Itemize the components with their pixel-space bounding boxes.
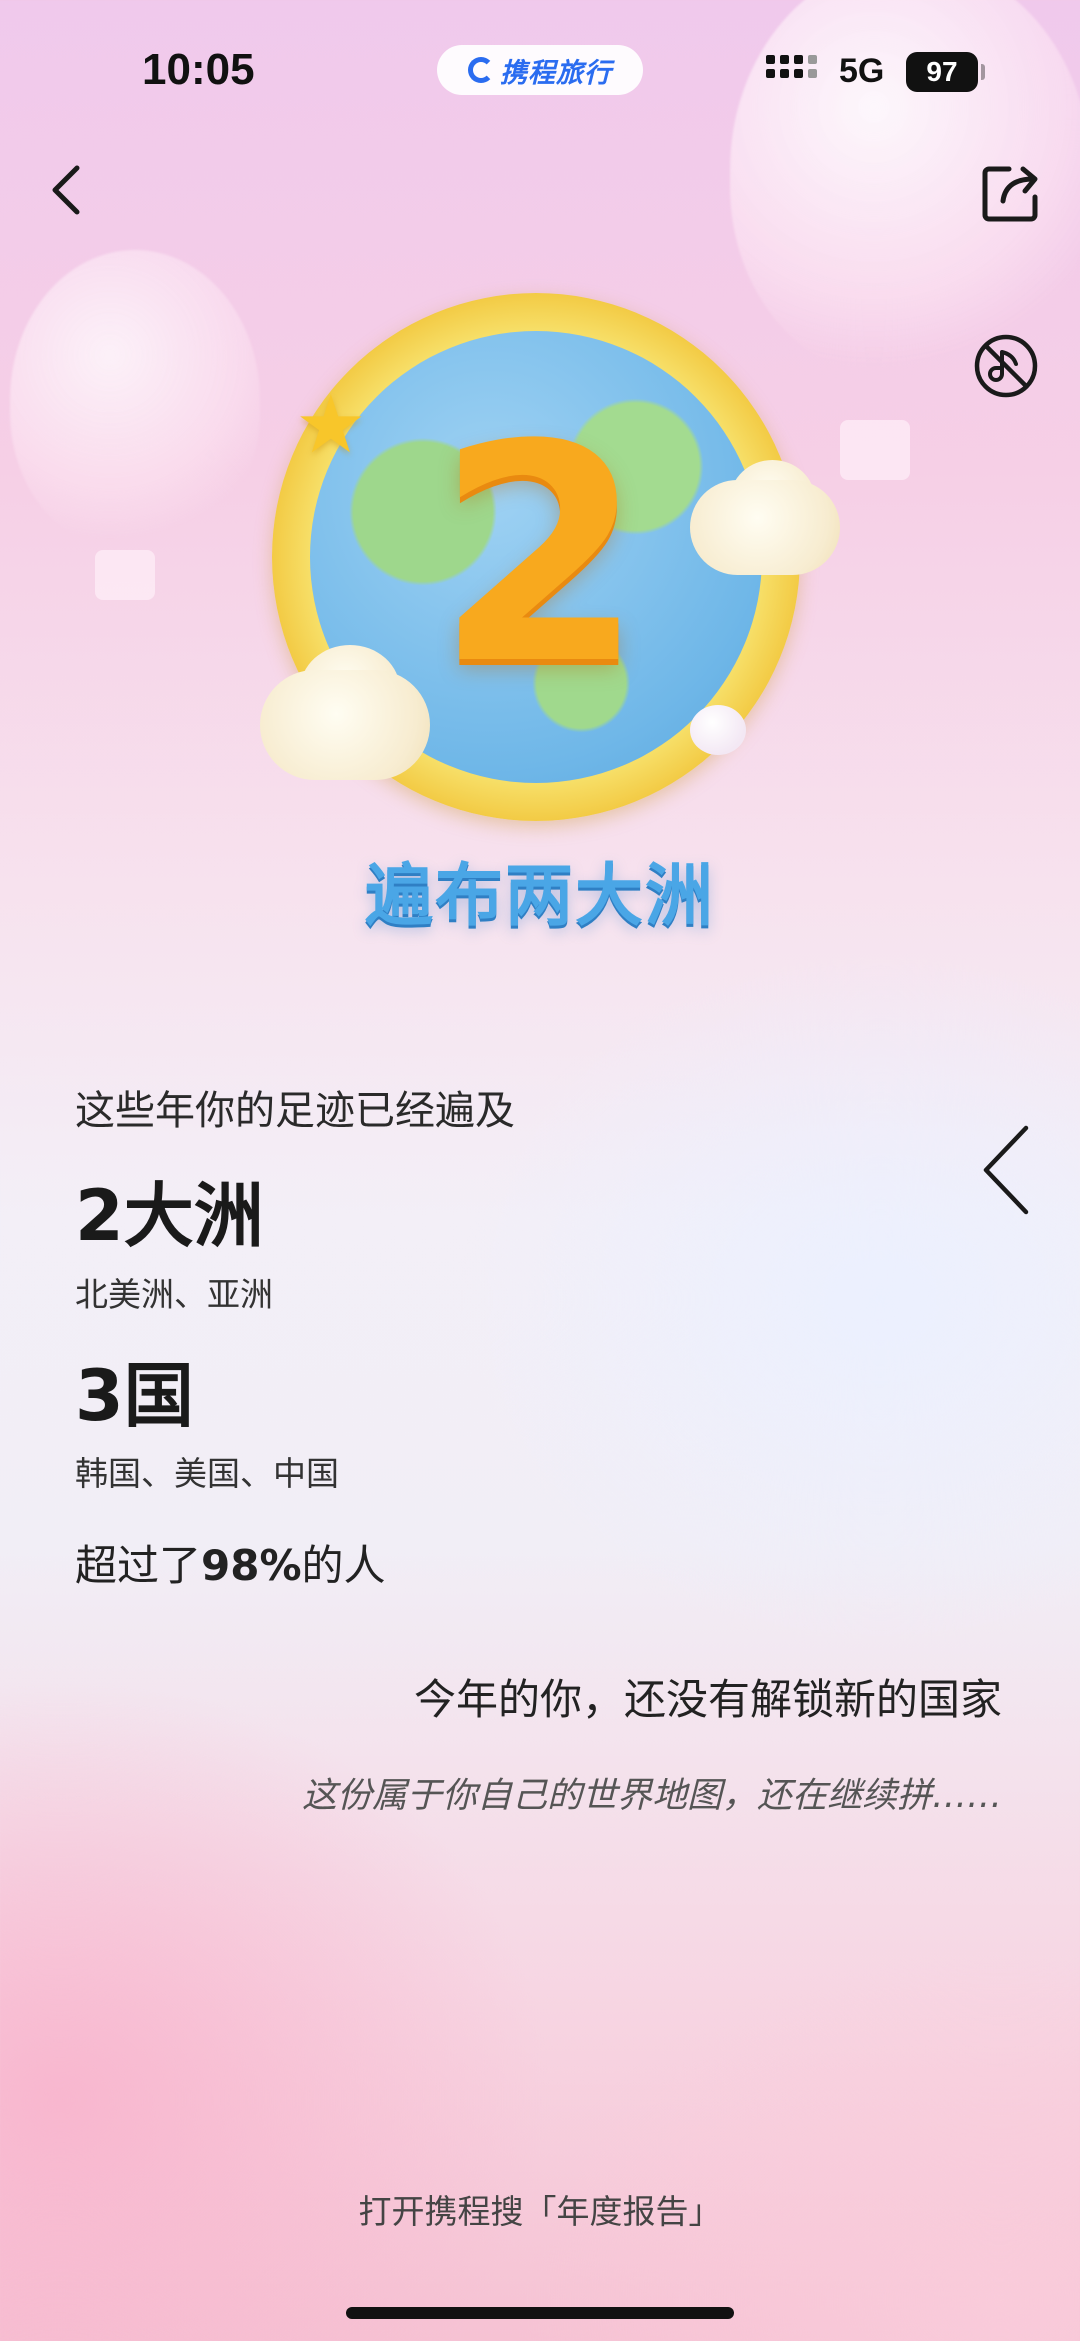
battery-indicator: 97 [906,52,978,92]
app-name: 携程旅行 [500,57,612,89]
share-button[interactable] [970,152,1054,232]
music-off-icon [974,334,1038,398]
share-icon [982,166,1038,222]
back-button[interactable] [30,150,100,230]
hero-caption: 遍布两大洲 [364,857,715,936]
percentile-value: 98% [201,1541,302,1590]
percentile-line: 超过了98%的人 [75,1532,386,1593]
globe-illustration: ★ 2 [260,285,840,845]
status-time: 10:05 [142,45,255,94]
cellular-signal-icon [766,55,817,78]
battery-tip [981,64,985,80]
continents-list: 北美洲、亚洲 [75,1275,273,1314]
chevron-left-icon [52,165,80,215]
cloud-left [260,670,430,780]
puzzle-message: 这份属于你自己的世界地图，还在继续拼…… [301,1776,1002,1816]
network-type: 5G [839,52,885,90]
footprint-intro: 这些年你的足迹已经遍及 [75,1088,515,1134]
footer-search-hint: 打开携程搜「年度报告」 [358,2192,722,2231]
music-toggle-button[interactable] [966,326,1046,406]
percentile-prefix: 超过了 [75,1541,202,1590]
balloon-basket-right [840,420,910,480]
hot-air-balloon-left [10,250,260,550]
balloon-basket-left [95,550,155,600]
continents-count: 2大洲 [75,1175,264,1257]
swipe-hint-arrow[interactable] [966,1115,1046,1225]
unlock-message: 今年的你，还没有解锁新的国家 [413,1675,1002,1724]
cloud-right [690,480,840,575]
chevron-left-icon [983,1125,1029,1215]
countries-list: 韩国、美国、中国 [75,1454,339,1493]
app-indicator-pill[interactable]: 携程旅行 [437,45,643,95]
percentile-suffix: 的人 [301,1541,386,1590]
pearl-decoration [690,705,746,755]
countries-count: 3国 [75,1355,194,1437]
ctrip-logo-icon [468,57,494,83]
home-indicator[interactable] [346,2307,734,2319]
